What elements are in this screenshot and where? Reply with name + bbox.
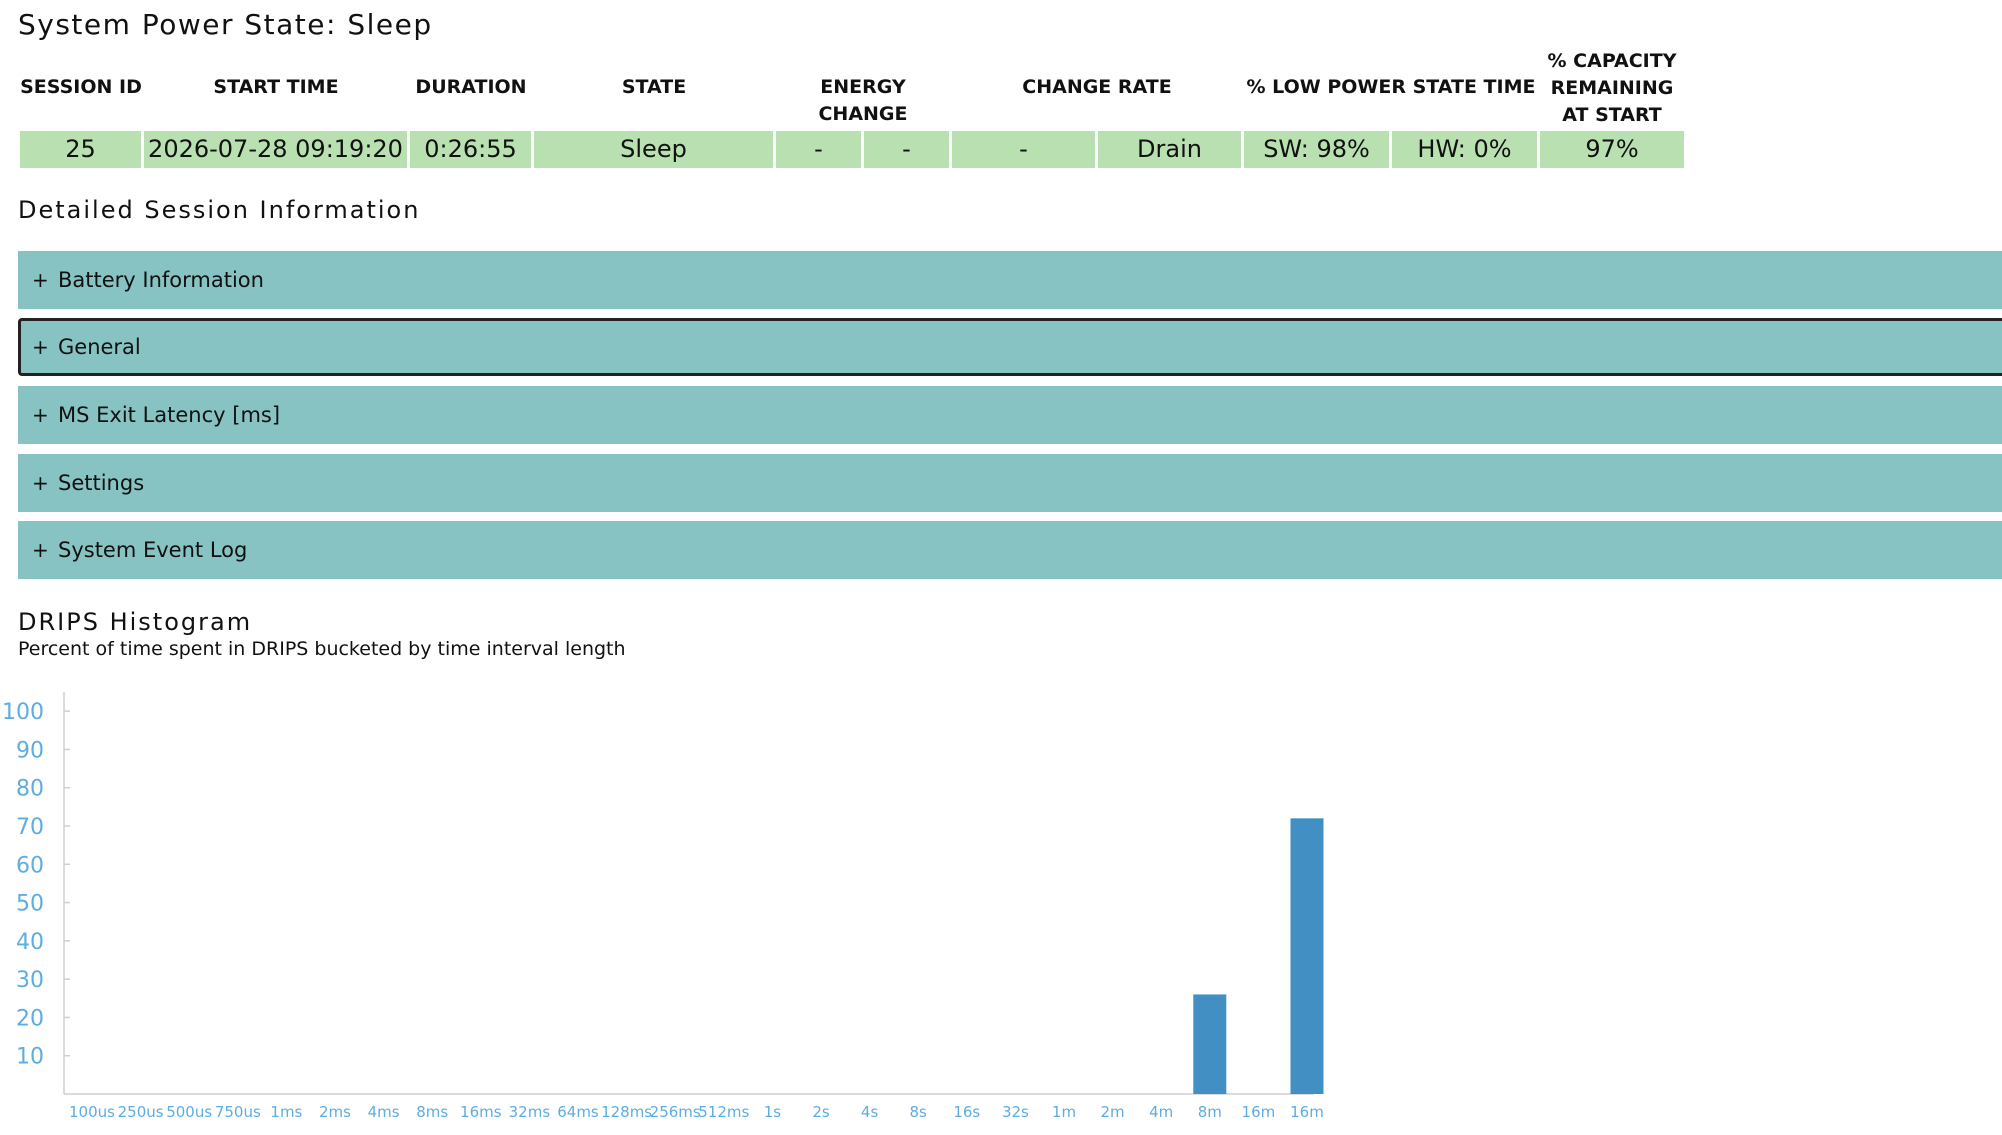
- section-general[interactable]: + General: [18, 318, 2002, 376]
- x-tick-label: 512ms: [698, 1103, 749, 1121]
- x-tick-label: 32s: [1002, 1103, 1029, 1121]
- header-capacity-line2: REMAINING: [1550, 77, 1674, 99]
- section-label: Settings: [58, 471, 145, 495]
- x-tick-label: 64ms: [557, 1103, 599, 1121]
- cell-energy-change-1: -: [776, 131, 861, 168]
- y-tick-label: 100: [2, 700, 44, 725]
- x-tick-label: 4ms: [368, 1103, 400, 1121]
- x-tick-label: 8ms: [416, 1103, 448, 1121]
- y-tick-label: 20: [16, 1006, 44, 1031]
- expand-icon: +: [32, 335, 49, 359]
- x-tick-label: 500us: [166, 1103, 212, 1121]
- drips-histogram-chart: 10 20 30 40 50 60 70 80 90 100 100us 250us 500us 750u…: [2, 692, 1324, 1121]
- cell-change-rate-2: Drain: [1098, 131, 1241, 168]
- cell-start-time: 2026-07-28 09:19:20: [144, 131, 407, 168]
- x-tick-label: 100us: [69, 1103, 115, 1121]
- header-duration: DURATION: [415, 76, 527, 98]
- y-tick-label: 40: [16, 930, 44, 955]
- y-tick-label: 80: [16, 777, 44, 802]
- expand-icon: +: [32, 471, 49, 495]
- y-tick-label: 90: [16, 738, 44, 763]
- x-tick-label: 1m: [1052, 1103, 1076, 1121]
- y-tick-label: 30: [16, 968, 44, 993]
- header-capacity-line3: AT START: [1562, 104, 1662, 126]
- cell-energy-change-2: -: [864, 131, 949, 168]
- x-tick-label: 16ms: [460, 1103, 502, 1121]
- section-ms-exit-latency[interactable]: + MS Exit Latency [ms]: [18, 386, 2002, 444]
- y-tick-label: 70: [16, 815, 44, 840]
- cell-capacity-at-start: 97%: [1540, 131, 1684, 168]
- detailed-session-heading: Detailed Session Information: [18, 196, 421, 224]
- cell-change-rate-1: -: [952, 131, 1095, 168]
- header-low-power-state-time: % LOW POWER STATE TIME: [1246, 76, 1536, 98]
- x-tick-label: 4s: [861, 1103, 879, 1121]
- header-change-rate: CHANGE RATE: [1022, 76, 1172, 98]
- section-label: General: [58, 335, 141, 359]
- x-tick-label: 4m: [1149, 1103, 1173, 1121]
- x-tick-label: 2ms: [319, 1103, 351, 1121]
- expand-icon: +: [32, 538, 49, 562]
- cell-session-id: 25: [20, 131, 141, 168]
- histogram-bar: [1290, 818, 1324, 1094]
- x-tick-label: 128ms: [601, 1103, 652, 1121]
- x-tick-label: 1s: [764, 1103, 782, 1121]
- y-tick-label: 60: [16, 853, 44, 878]
- x-tick-label: 16m: [1242, 1103, 1276, 1121]
- header-state: STATE: [621, 76, 687, 98]
- x-tick-label: 32ms: [509, 1103, 551, 1121]
- x-tick-label: 250us: [118, 1103, 164, 1121]
- y-tick-label: 50: [16, 892, 44, 917]
- section-system-event-log[interactable]: + System Event Log: [18, 521, 2002, 579]
- section-label: Battery Information: [58, 268, 264, 292]
- page-title: System Power State: Sleep: [18, 8, 433, 41]
- x-tick-label: 16m: [1290, 1103, 1324, 1121]
- cell-low-power-hw: HW: 0%: [1392, 131, 1537, 168]
- section-settings[interactable]: + Settings: [18, 454, 2002, 512]
- expand-icon: +: [32, 403, 49, 427]
- y-tick-label: 10: [16, 1045, 44, 1070]
- drips-histogram-subtitle: Percent of time spent in DRIPS bucketed …: [18, 638, 626, 660]
- cell-state: Sleep: [534, 131, 773, 168]
- section-label: System Event Log: [58, 538, 248, 562]
- header-session-id: SESSION ID: [20, 76, 142, 98]
- x-tick-label: 256ms: [650, 1103, 701, 1121]
- x-tick-label: 2m: [1101, 1103, 1125, 1121]
- header-capacity-line1: % CAPACITY: [1547, 50, 1677, 72]
- x-tick-label: 750us: [215, 1103, 261, 1121]
- x-tick-label: 1ms: [270, 1103, 302, 1121]
- x-tick-label: 2s: [812, 1103, 830, 1121]
- x-tick-label: 16s: [953, 1103, 980, 1121]
- cell-low-power-sw: SW: 98%: [1244, 131, 1389, 168]
- header-capacity-remaining: % CAPACITY REMAINING AT START: [1540, 48, 1684, 129]
- section-label: MS Exit Latency [ms]: [58, 403, 281, 427]
- cell-duration: 0:26:55: [410, 131, 531, 168]
- section-battery-information[interactable]: + Battery Information: [18, 251, 2002, 309]
- x-tick-label: 8s: [910, 1103, 928, 1121]
- histogram-bar: [1193, 994, 1227, 1094]
- drips-histogram-heading: DRIPS Histogram: [18, 608, 253, 636]
- x-tick-label: 8m: [1198, 1103, 1222, 1121]
- header-energy-change: ENERGY CHANGE: [818, 76, 908, 125]
- header-start-time: START TIME: [213, 76, 339, 98]
- expand-icon: +: [32, 268, 49, 292]
